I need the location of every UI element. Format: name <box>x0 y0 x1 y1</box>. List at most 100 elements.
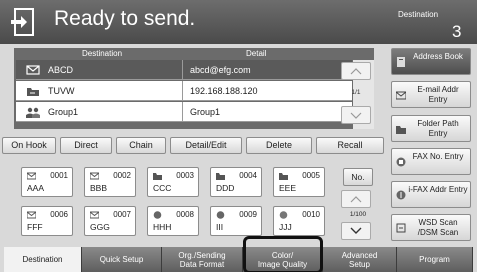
row-name: TUVW <box>48 86 75 96</box>
email-icon <box>27 172 36 180</box>
key-name: III <box>216 222 224 232</box>
email-entry-label: E-mail Addr Entry <box>417 85 459 104</box>
one-touch-key[interactable]: 0005 EEE <box>273 167 325 197</box>
one-touch-key[interactable]: 0001 AAA <box>21 167 73 197</box>
fax-icon <box>216 211 225 219</box>
row-name: ABCD <box>48 65 74 75</box>
key-name: DDD <box>216 183 235 193</box>
folder-entry-label: Folder Path Entry <box>417 119 459 138</box>
column-divider <box>182 81 183 101</box>
detail-edit-button[interactable]: Detail/Edit <box>170 137 242 154</box>
table-header: Destination Detail <box>14 48 354 60</box>
folder-icon <box>27 88 39 96</box>
one-touch-key[interactable]: 0003 CCC <box>147 167 199 197</box>
row-detail: 192.168.188.120 <box>190 86 258 96</box>
folder-icon <box>279 173 288 180</box>
fax-entry-label: FAX No. Entry <box>412 152 464 161</box>
key-number: 0006 <box>50 210 68 219</box>
destination-count: 3 <box>452 22 462 41</box>
key-page-down-button[interactable] <box>341 222 371 240</box>
ifax-icon <box>279 211 288 219</box>
one-touch-key[interactable]: 0006 FFF <box>21 206 73 236</box>
chevron-down-icon <box>350 112 362 119</box>
send-screen: Ready to send. Destination 3 Destination… <box>0 0 477 272</box>
key-name: BBB <box>90 183 108 193</box>
key-number: 0010 <box>302 210 320 219</box>
one-touch-key[interactable]: 0010 JJJ <box>273 206 325 236</box>
key-page-indicator: 1/100 <box>349 211 367 218</box>
tab-advanced-setup[interactable]: Advanced Setup <box>323 247 397 272</box>
ifax-entry-button[interactable]: i-FAX Addr Entry <box>391 181 471 208</box>
table-row[interactable]: TUVW 192.168.188.120 <box>16 81 352 101</box>
key-name: HHH <box>153 222 172 232</box>
email-icon <box>27 211 36 219</box>
column-detail: Detail <box>246 49 267 58</box>
folder-icon <box>216 173 225 180</box>
address-book-button[interactable]: Address Book <box>391 48 471 75</box>
row-name: Group1 <box>48 107 79 117</box>
key-number: 0009 <box>239 210 257 219</box>
row-detail: abcd@efg.com <box>190 65 251 75</box>
highlight-frame <box>243 236 323 272</box>
key-number: 0004 <box>239 171 257 180</box>
folder-icon <box>153 173 162 180</box>
tab-org-sending-data-format[interactable]: Org./Sending Data Format <box>162 247 243 272</box>
scroll-up-button[interactable] <box>341 62 371 80</box>
one-touch-key[interactable]: 0002 BBB <box>84 167 136 197</box>
chain-button[interactable]: Chain <box>116 137 166 154</box>
email-icon <box>90 172 99 180</box>
key-name: CCC <box>153 183 172 193</box>
key-number: 0003 <box>176 171 194 180</box>
one-touch-key[interactable]: 0004 DDD <box>210 167 262 197</box>
key-name: JJJ <box>279 222 292 232</box>
fax-entry-button[interactable]: FAX No. Entry <box>391 148 471 175</box>
address-book-icon <box>397 57 405 67</box>
email-entry-icon <box>396 91 406 100</box>
send-icon <box>11 8 34 36</box>
chevron-down-icon <box>350 227 362 234</box>
key-name: GGG <box>90 222 110 232</box>
row-detail: Group1 <box>190 107 221 117</box>
wsd-scan-icon <box>396 223 406 233</box>
email-icon <box>90 211 99 219</box>
delete-button[interactable]: Delete <box>246 137 312 154</box>
table-row[interactable]: Group1 Group1 <box>16 102 352 122</box>
fax-icon <box>153 211 162 219</box>
destination-count-label: Destination <box>398 10 439 19</box>
group-icon <box>26 107 40 118</box>
key-name: EEE <box>279 183 297 193</box>
tab-quick-setup[interactable]: Quick Setup <box>82 247 162 272</box>
key-page-up-button[interactable] <box>341 190 371 208</box>
email-entry-button[interactable]: E-mail Addr Entry <box>391 81 471 108</box>
key-number: 0008 <box>176 210 194 219</box>
direct-button[interactable]: Direct <box>60 137 112 154</box>
ifax-entry-label: i-FAX Addr Entry <box>408 185 468 194</box>
key-number: 0005 <box>302 171 320 180</box>
one-touch-key[interactable]: 0007 GGG <box>84 206 136 236</box>
tab-label: Quick Setup <box>99 255 144 264</box>
address-book-label: Address Book <box>413 52 463 61</box>
one-touch-key[interactable]: 0008 HHH <box>147 206 199 236</box>
number-search-button[interactable]: No. <box>343 168 373 186</box>
scroll-down-button[interactable] <box>341 106 371 124</box>
page-title: Ready to send. <box>54 7 196 30</box>
recall-button[interactable]: Recall <box>316 137 384 154</box>
key-number: 0001 <box>50 171 68 180</box>
column-divider <box>182 60 183 80</box>
on-hook-button[interactable]: On Hook <box>2 137 56 154</box>
tab-label: Destination <box>22 255 63 264</box>
tab-program[interactable]: Program <box>397 247 473 272</box>
wsd-scan-label: WSD Scan /DSM Scan <box>417 218 459 237</box>
table-page-indicator: 1/1 <box>351 89 361 96</box>
folder-entry-icon <box>396 126 406 134</box>
chevron-up-icon <box>350 68 362 75</box>
wsd-scan-button[interactable]: WSD Scan /DSM Scan <box>391 214 471 241</box>
email-icon <box>26 65 40 75</box>
chevron-up-icon <box>350 196 362 203</box>
table-row[interactable]: ABCD abcd@efg.com <box>16 60 352 80</box>
tab-label: Program <box>419 255 450 264</box>
column-destination: Destination <box>82 49 123 58</box>
one-touch-key[interactable]: 0009 III <box>210 206 262 236</box>
tab-destination[interactable]: Destination <box>4 247 82 272</box>
folder-entry-button[interactable]: Folder Path Entry <box>391 115 471 142</box>
